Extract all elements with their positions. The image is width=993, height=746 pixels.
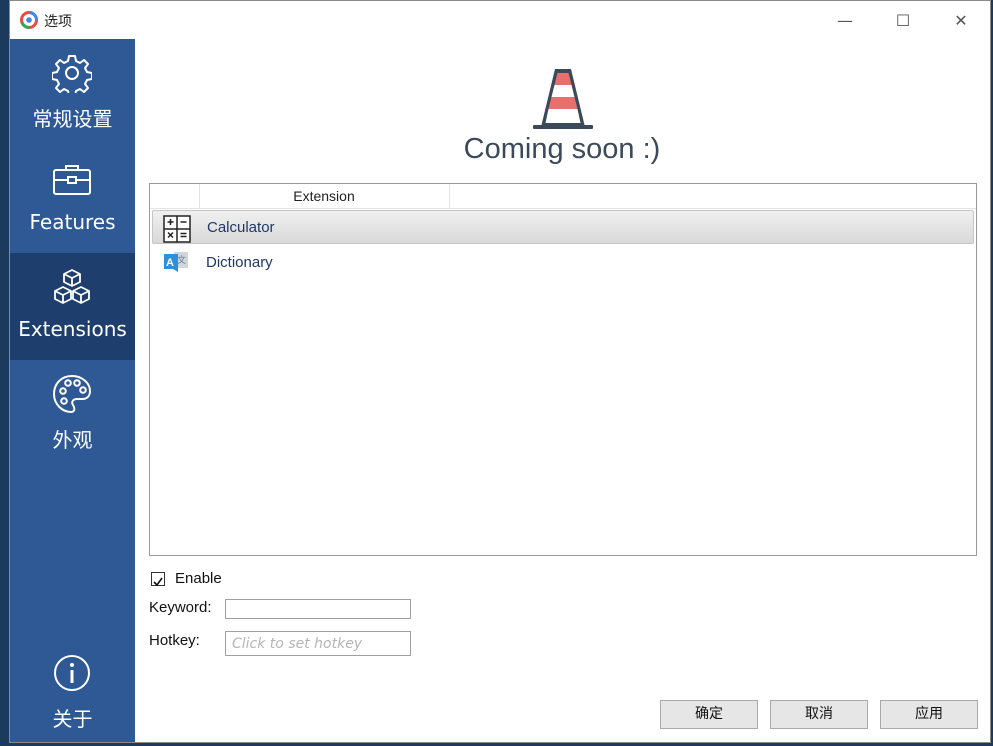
list-item-dictionary[interactable]: 文 A Dictionary: [152, 246, 974, 280]
extension-column-header[interactable]: Extension: [199, 184, 450, 208]
app-logo-icon: [20, 11, 38, 29]
apply-button[interactable]: 应用: [880, 700, 978, 729]
calculator-icon: [163, 215, 191, 243]
icon-column-header[interactable]: [150, 184, 200, 208]
sidebar-item-label: Extensions: [18, 317, 127, 341]
sidebar-item-label: 外观: [52, 428, 93, 452]
hotkey-input[interactable]: Click to set hotkey: [225, 631, 411, 656]
sidebar-item-features[interactable]: Features: [10, 146, 135, 253]
sidebar-item-general[interactable]: 常规设置: [10, 39, 135, 146]
enable-label: Enable: [175, 570, 222, 587]
maximize-button[interactable]: ☐: [874, 1, 932, 39]
cancel-button[interactable]: 取消: [770, 700, 868, 729]
list-item-label: Dictionary: [206, 254, 273, 271]
table-header: Extension: [150, 184, 976, 209]
cubes-icon: [54, 269, 90, 304]
sidebar-item-extensions[interactable]: Extensions: [10, 253, 135, 360]
keyword-input[interactable]: [225, 599, 411, 619]
sidebar-item-about[interactable]: 关于: [10, 639, 135, 746]
sidebar: 常规设置 Features Extensions 外观 关于: [10, 39, 135, 742]
options-window: 选项 — ☐ ✕ 常规设置 Features Extensions 外观 关于 …: [9, 0, 991, 743]
coming-soon-banner: Coming soon :): [463, 133, 661, 165]
keyword-label: Keyword:: [149, 599, 212, 616]
extension-list[interactable]: Extension Calculator 文 A Dictionary: [149, 183, 977, 556]
svg-text:A: A: [166, 257, 174, 269]
gear-icon: [52, 55, 92, 93]
sidebar-item-label: 常规设置: [32, 107, 113, 131]
checkmark-icon: [153, 577, 163, 587]
close-button[interactable]: ✕: [932, 1, 990, 39]
checkbox[interactable]: [151, 572, 165, 587]
extensions-panel: Coming soon :) Extension Calculator 文 A …: [135, 39, 990, 742]
list-item-calculator[interactable]: Calculator: [152, 210, 974, 244]
toolbox-icon: [53, 165, 91, 195]
sidebar-item-label: Features: [29, 210, 116, 234]
dictionary-icon: 文 A: [164, 252, 188, 272]
window-title: 选项: [44, 14, 72, 30]
info-icon: [54, 655, 90, 691]
traffic-cone-icon: [533, 69, 593, 129]
hotkey-label: Hotkey:: [149, 632, 200, 649]
sidebar-item-appearance[interactable]: 外观: [10, 360, 135, 467]
svg-text:文: 文: [177, 254, 186, 266]
minimize-button[interactable]: —: [816, 1, 874, 39]
ok-button[interactable]: 确定: [660, 700, 758, 729]
title-bar[interactable]: 选项 — ☐ ✕: [10, 1, 990, 40]
sidebar-item-label: 关于: [52, 707, 93, 731]
list-item-label: Calculator: [207, 219, 275, 236]
palette-icon: [52, 374, 92, 414]
